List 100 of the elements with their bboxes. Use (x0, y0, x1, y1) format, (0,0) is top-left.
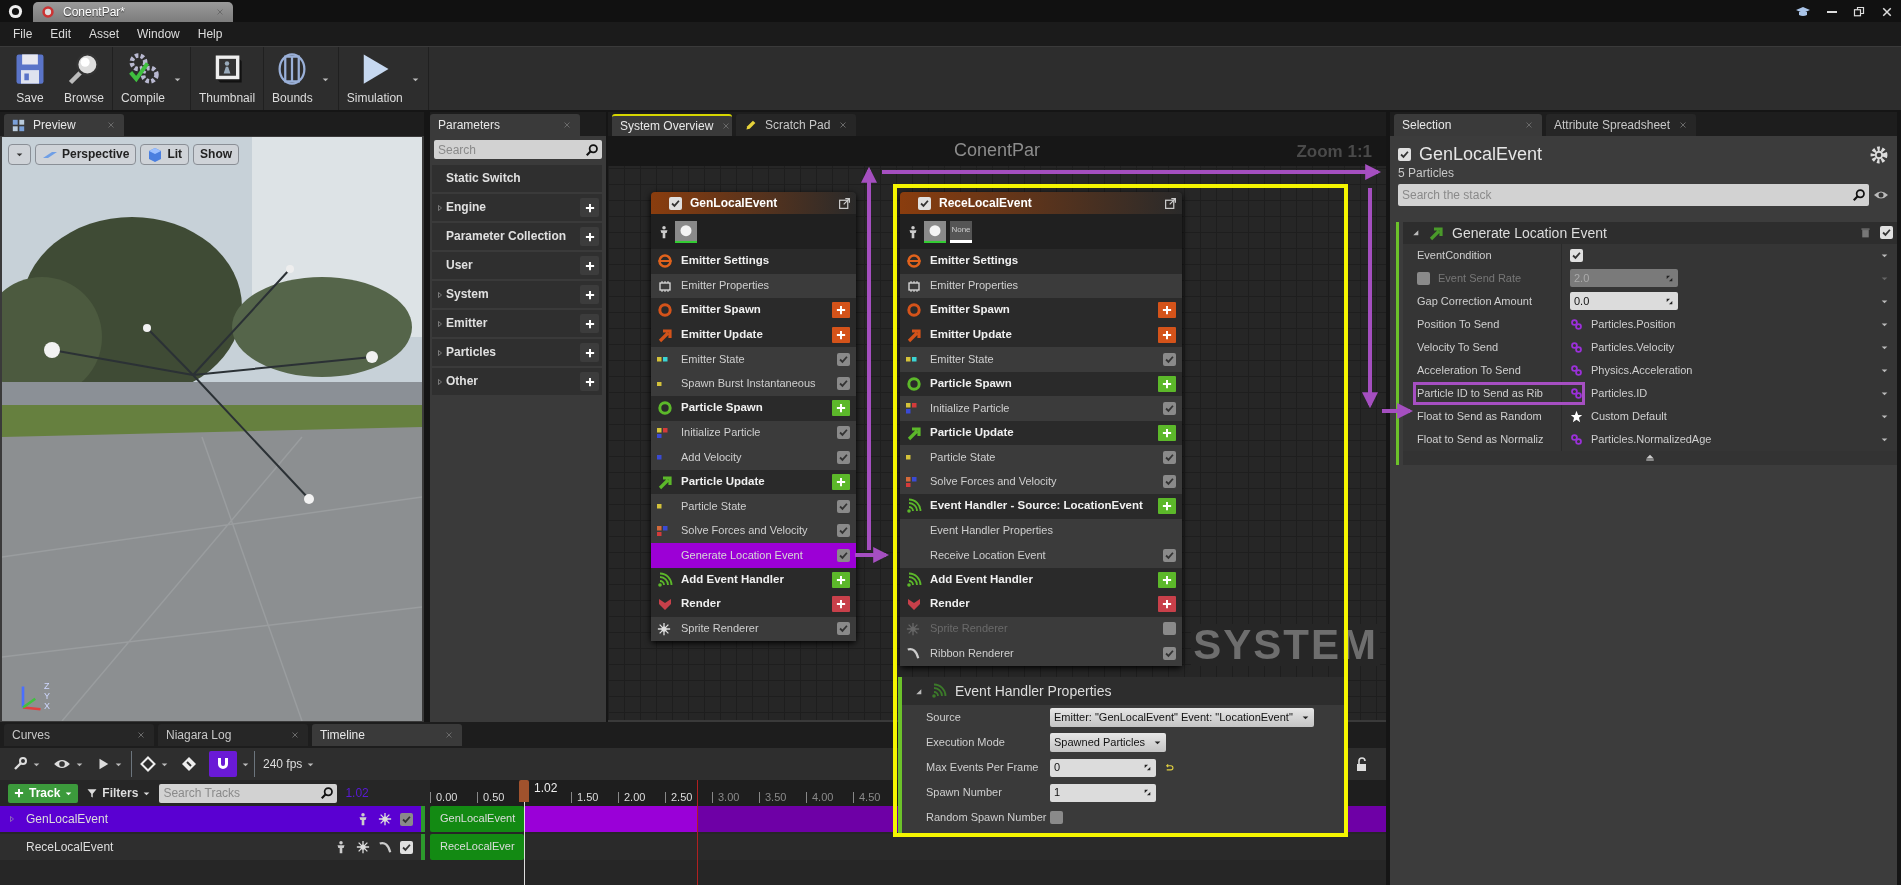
number-field[interactable]: 0 (1050, 758, 1156, 777)
filters-button[interactable]: Filters (86, 783, 152, 803)
viewport-button[interactable]: Perspective (35, 144, 137, 165)
parameter-category[interactable]: Engine (432, 194, 602, 221)
viewport-button[interactable]: Show (193, 144, 240, 165)
stack-item[interactable]: Spawn Burst Instantaneous (651, 371, 856, 396)
stack-item[interactable]: Particle Spawn (900, 371, 1182, 396)
add-button[interactable] (1158, 571, 1176, 588)
parameter-category[interactable]: Particles (432, 339, 602, 366)
stack-item[interactable]: Emitter Settings (651, 249, 856, 274)
emitter-node[interactable] (651, 192, 856, 641)
checkbox[interactable] (1163, 401, 1176, 415)
add-button[interactable] (580, 198, 599, 217)
checkbox[interactable] (1570, 249, 1583, 262)
toolbar-button[interactable]: Browse (60, 49, 108, 108)
menu-item[interactable]: Window (128, 22, 189, 46)
checkbox[interactable] (837, 548, 850, 562)
stack-item[interactable]: Emitter Properties (900, 273, 1182, 298)
graph-tab[interactable]: Scratch Pad (736, 114, 856, 136)
add-button[interactable] (832, 400, 850, 417)
parameter-category[interactable]: Other (432, 368, 602, 395)
stack-item[interactable]: Initialize Particle (900, 396, 1182, 421)
stack-item[interactable]: Sprite Renderer (651, 616, 856, 641)
track-row[interactable]: ReceLocalEvent (0, 834, 425, 860)
checkbox[interactable] (400, 812, 413, 826)
menu-item[interactable]: Asset (80, 22, 129, 46)
panel-tab[interactable]: Niagara Log (158, 724, 308, 746)
stack-item[interactable]: Particle Update (900, 420, 1182, 445)
checkbox[interactable] (1398, 148, 1411, 162)
parameter-category[interactable]: System (432, 281, 602, 308)
panel-tab[interactable]: Parameters (430, 114, 580, 136)
panel-tab[interactable]: Selection (1394, 114, 1542, 136)
checkbox[interactable] (837, 524, 850, 538)
checkbox[interactable] (837, 622, 850, 636)
add-button[interactable] (580, 256, 599, 275)
panel-tab[interactable]: Curves (4, 724, 154, 746)
checkbox[interactable] (1163, 352, 1176, 366)
stack-item[interactable]: Receive Location Event (900, 543, 1182, 568)
toolbar-button[interactable]: Thumbnail (195, 49, 260, 108)
add-button[interactable] (580, 372, 599, 391)
stack-item[interactable]: Generate Location Event (651, 543, 856, 568)
parameter-binding[interactable]: Particles.NormalizedAge (1570, 432, 1712, 447)
add-button[interactable] (1158, 375, 1176, 392)
fps-dropdown[interactable]: 240 fps (254, 751, 320, 777)
add-button[interactable] (1158, 596, 1176, 613)
viewport-button[interactable]: Lit (140, 144, 190, 165)
panel-tab[interactable]: Timeline (312, 724, 462, 746)
add-button[interactable] (1158, 498, 1176, 515)
default-value[interactable]: Custom Default (1570, 409, 1667, 424)
stack-item[interactable]: Initialize Particle (651, 420, 856, 445)
menu-item[interactable]: File (4, 22, 42, 46)
toolbar-button[interactable]: Bounds (268, 49, 317, 108)
add-button[interactable] (580, 343, 599, 362)
add-button[interactable] (832, 302, 850, 319)
stack-item[interactable]: Particle State (900, 445, 1182, 470)
checkbox[interactable] (837, 377, 850, 391)
material-slot[interactable]: None (950, 220, 972, 243)
checkbox[interactable] (1163, 622, 1176, 636)
toolbar-button[interactable]: Simulation (342, 49, 407, 108)
toolbar-button[interactable]: Compile (117, 49, 170, 108)
checkbox[interactable] (837, 499, 850, 513)
checkbox[interactable] (1050, 811, 1063, 824)
stack-item[interactable]: Event Handler - Source: LocationEvent (900, 494, 1182, 519)
stack-item[interactable]: Emitter Spawn (651, 298, 856, 323)
checkbox[interactable] (918, 196, 931, 210)
parameter-category[interactable]: Parameter Collection (432, 223, 602, 250)
stack-item[interactable]: Add Event Handler (651, 567, 856, 592)
stack-item[interactable]: Emitter Spawn (900, 298, 1182, 323)
checkbox[interactable] (837, 426, 850, 440)
number-field[interactable]: 0.0 (1570, 292, 1678, 311)
snap-toggle[interactable] (209, 751, 237, 777)
checkbox[interactable] (400, 840, 413, 854)
add-button[interactable] (832, 571, 850, 588)
stack-item[interactable]: Emitter Settings (900, 249, 1182, 274)
stack-item[interactable]: Emitter Update (900, 322, 1182, 347)
track-row[interactable]: GenLocalEvent (0, 806, 425, 832)
add-button[interactable] (832, 326, 850, 343)
menu-item[interactable]: Edit (41, 22, 81, 46)
parameter-binding[interactable]: Physics.Acceleration (1570, 363, 1693, 378)
stack-item[interactable]: Render (651, 592, 856, 617)
add-button[interactable] (1158, 326, 1176, 343)
checkbox[interactable] (1163, 548, 1176, 562)
stack-item[interactable]: Emitter Update (651, 322, 856, 347)
parameter-binding[interactable]: Particles.Velocity (1570, 340, 1675, 355)
number-field[interactable]: 1 (1050, 783, 1156, 802)
add-button[interactable] (1158, 424, 1176, 441)
checkbox[interactable] (1163, 475, 1176, 489)
parameter-binding[interactable]: Particles.ID (1570, 386, 1648, 401)
stack-item[interactable]: Event Handler Properties (900, 518, 1182, 543)
stack-item[interactable]: Particle Update (651, 469, 856, 494)
stack-item[interactable]: Render (900, 592, 1182, 617)
stack-item[interactable]: Emitter Properties (651, 273, 856, 298)
parameter-category[interactable]: Static Switch (432, 165, 602, 192)
panel-tab[interactable]: Preview (4, 114, 124, 136)
parameter-binding[interactable]: Particles.Position (1570, 317, 1676, 332)
checkbox[interactable] (837, 352, 850, 366)
parameter-category[interactable]: Emitter (432, 310, 602, 337)
add-button[interactable] (832, 596, 850, 613)
checkbox[interactable] (1880, 226, 1893, 240)
add-button[interactable] (1158, 302, 1176, 319)
